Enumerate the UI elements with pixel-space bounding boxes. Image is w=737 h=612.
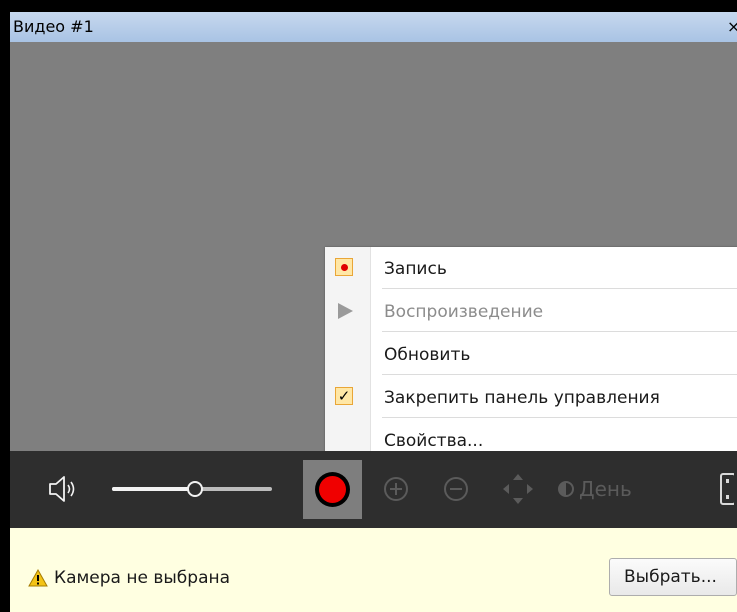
status-bar: Камера не выбрана Выбрать... xyxy=(10,528,737,612)
window-title: Видео #1 xyxy=(13,17,94,36)
record-icon xyxy=(335,258,353,276)
record-button[interactable] xyxy=(303,460,362,519)
window-titlebar[interactable]: Видео #1 × xyxy=(10,12,737,42)
zoom-in-icon[interactable] xyxy=(382,475,410,503)
menu-item-label: Закрепить панель управления xyxy=(384,388,660,408)
day-mode-label: День xyxy=(579,477,632,501)
volume-slider[interactable] xyxy=(112,481,272,497)
contrast-icon xyxy=(558,481,574,497)
checkmark-icon: ✓ xyxy=(335,387,353,405)
day-mode-toggle[interactable]: День xyxy=(558,473,632,505)
speaker-icon[interactable] xyxy=(48,474,76,504)
menu-separator xyxy=(382,288,737,289)
context-menu: Запись Воспроизведение Обновить ✓ Закреп… xyxy=(325,247,737,463)
menu-separator xyxy=(382,331,737,332)
move-arrows-icon[interactable] xyxy=(501,472,535,506)
volume-thumb[interactable] xyxy=(187,481,203,497)
menu-separator xyxy=(382,417,737,418)
menu-item-label: Запись xyxy=(384,259,447,279)
menu-item-label: Воспроизведение xyxy=(384,302,544,322)
play-icon xyxy=(338,303,353,319)
menu-item-label: Обновить xyxy=(384,345,471,365)
close-icon[interactable]: × xyxy=(727,12,737,42)
zoom-out-icon[interactable] xyxy=(442,475,470,503)
record-icon xyxy=(315,472,350,507)
control-toolbar: День xyxy=(10,451,737,528)
video-viewport[interactable]: Запись Воспроизведение Обновить ✓ Закреп… xyxy=(10,42,737,463)
menu-item-pin-control-panel[interactable]: ✓ Закрепить панель управления xyxy=(325,376,737,418)
menu-item-playback[interactable]: Воспроизведение xyxy=(325,290,737,332)
status-message: Камера не выбрана xyxy=(54,568,231,588)
video-window: Видео #1 × Запись Воспроизведение Обнови… xyxy=(10,12,737,612)
screenshot-frame: Видео #1 × Запись Воспроизведение Обнови… xyxy=(0,0,737,612)
menu-item-refresh[interactable]: Обновить xyxy=(325,333,737,375)
select-camera-button[interactable]: Выбрать... xyxy=(609,558,737,596)
menu-separator xyxy=(382,374,737,375)
warning-icon xyxy=(28,569,48,587)
dock-panel-icon[interactable] xyxy=(720,473,734,505)
volume-fill xyxy=(112,487,195,491)
menu-item-record[interactable]: Запись xyxy=(325,247,737,289)
